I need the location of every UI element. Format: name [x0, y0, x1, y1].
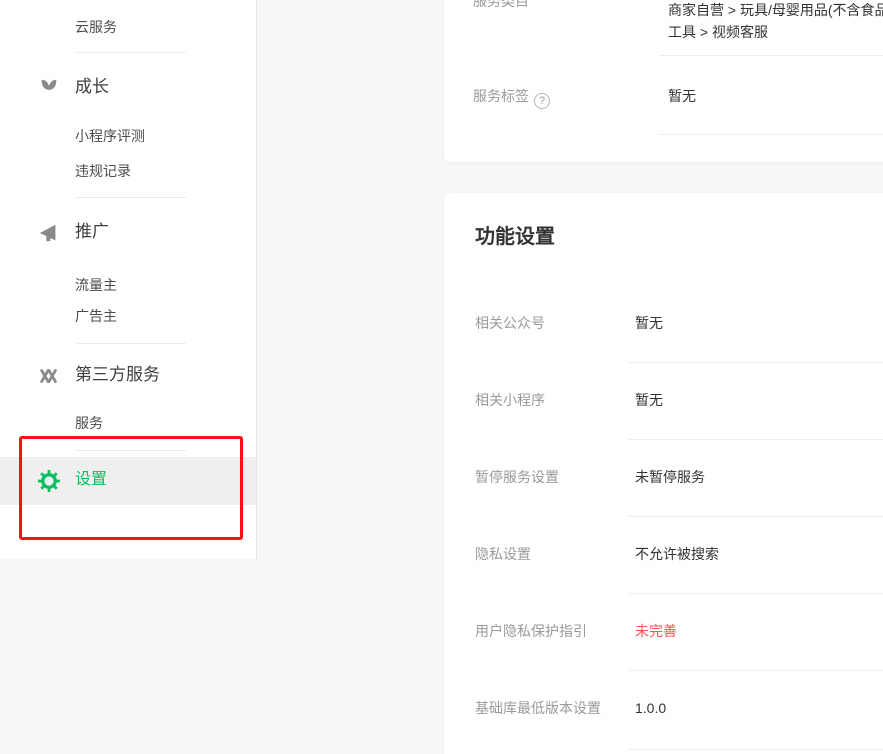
sprout-icon	[38, 77, 60, 99]
divider	[628, 670, 883, 671]
third-party-services-icon	[38, 365, 60, 387]
sidebar-item-growth[interactable]: 成长	[75, 76, 109, 98]
service-tag-value: 暂无	[668, 86, 696, 106]
divider	[628, 516, 883, 517]
divider	[659, 134, 883, 135]
gear-icon	[38, 470, 60, 492]
user-privacy-guide-label: 用户隐私保护指引	[475, 621, 587, 641]
sidebar-item-settings[interactable]: 设置	[0, 457, 256, 505]
divider	[628, 749, 883, 750]
divider	[76, 52, 186, 53]
pause-service-value: 未暂停服务	[635, 467, 705, 487]
related-official-account-label: 相关公众号	[475, 313, 545, 333]
wechat-miniprogram-console: 云服务 成长 小程序评测 违规记录 推广 流量主 广告主	[0, 0, 883, 754]
related-miniprogram-value: 暂无	[635, 390, 663, 410]
service-category-value-line2: 工具 > 视频客服	[668, 22, 768, 43]
divider	[76, 197, 186, 198]
section-title: 功能设置	[475, 223, 555, 251]
service-tag-label: 服务标签?	[473, 86, 550, 109]
base-library-version-label: 基础库最低版本设置	[475, 698, 601, 718]
sidebar-item-advertiser[interactable]: 广告主	[75, 306, 117, 326]
service-category-label: 服务类目	[473, 0, 529, 11]
related-official-account-value: 暂无	[635, 313, 663, 333]
sidebar-item-cloud-service[interactable]: 云服务	[75, 17, 117, 37]
sidebar: 云服务 成长 小程序评测 违规记录 推广 流量主 广告主	[0, 0, 257, 559]
related-miniprogram-label: 相关小程序	[475, 390, 545, 410]
service-tag-label-text: 服务标签	[473, 88, 529, 104]
megaphone-icon	[38, 222, 60, 244]
service-info-card: 服务类目 商家自营 > 玩具/母婴用品(不含食品) 工具 > 视频客服 服务标签…	[444, 0, 883, 162]
sidebar-item-promotion[interactable]: 推广	[75, 221, 109, 243]
privacy-settings-label: 隐私设置	[475, 544, 531, 564]
divider	[76, 450, 186, 451]
user-privacy-guide-status: 未完善	[635, 621, 677, 641]
sidebar-item-miniprogram-evaluation[interactable]: 小程序评测	[75, 126, 145, 146]
sidebar-item-services[interactable]: 服务	[75, 413, 103, 433]
divider	[659, 55, 883, 56]
base-library-version-value: 1.0.0	[635, 698, 666, 718]
question-mark-icon[interactable]: ?	[534, 93, 550, 109]
privacy-settings-value: 不允许被搜索	[635, 544, 719, 564]
sidebar-item-traffic-owner[interactable]: 流量主	[75, 275, 117, 295]
service-category-value-line1: 商家自营 > 玩具/母婴用品(不含食品)	[668, 0, 883, 21]
function-settings-card: 功能设置 相关公众号 暂无 相关小程序 暂无 暂停服务设置 未暂停服务 隐私设置…	[444, 193, 883, 754]
divider	[628, 362, 883, 363]
divider	[76, 343, 186, 344]
divider	[628, 439, 883, 440]
divider	[628, 593, 883, 594]
sidebar-item-settings-label: 设置	[75, 468, 107, 492]
sidebar-item-violation-records[interactable]: 违规记录	[75, 161, 131, 181]
sidebar-item-third-party-services[interactable]: 第三方服务	[75, 364, 160, 386]
pause-service-label: 暂停服务设置	[475, 467, 559, 487]
